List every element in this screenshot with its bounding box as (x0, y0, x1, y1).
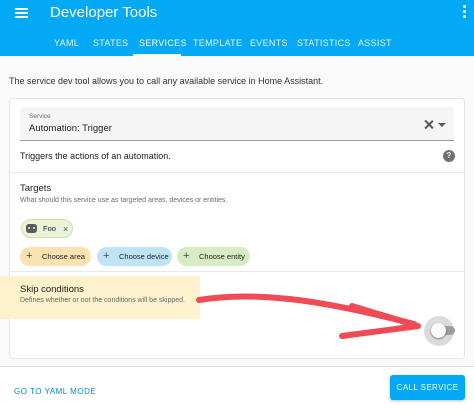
annotation-arrow (196, 293, 421, 339)
footer-bar: GO TO YAML MODE CALL SERVICE (0, 366, 474, 415)
toggle-thumb[interactable] (431, 323, 446, 338)
call-service-button[interactable]: CALL SERVICE (390, 375, 465, 400)
go-to-yaml-mode-button[interactable]: GO TO YAML MODE (14, 387, 96, 396)
